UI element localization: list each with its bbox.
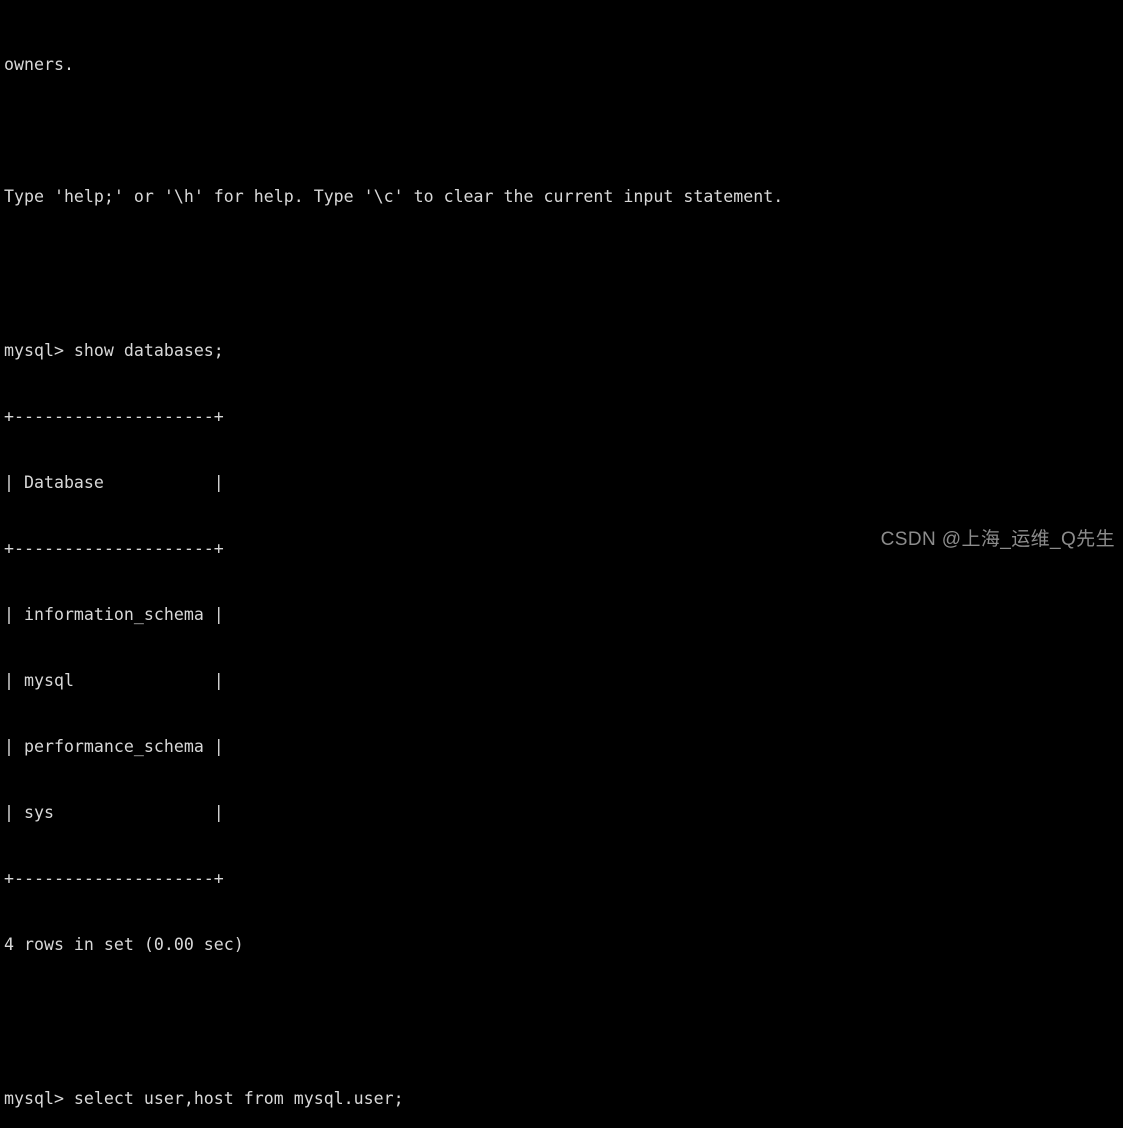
terminal-line-command-select-user-host: mysql> select user,host from mysql.user; [4,1089,404,1108]
terminal-line-truncated-top: owners. [4,55,74,74]
terminal-line-command-show-databases: mysql> show databases; [4,341,224,360]
terminal-line-table-header-database: | Database | [4,473,224,492]
terminal-line-help-text: Type 'help;' or '\h' for help. Type '\c'… [4,187,784,206]
terminal-screen-buffer[interactable]: owners. Type 'help;' or '\h' for help. T… [4,0,783,1128]
terminal-line-table-border-top: +--------------------+ [4,407,224,426]
terminal-window[interactable]: owners. Type 'help;' or '\h' for help. T… [0,0,1123,1108]
terminal-line-status-4-rows: 4 rows in set (0.00 sec) [4,935,244,954]
terminal-line-table-border-bottom: +--------------------+ [4,869,224,888]
table-row: | performance_schema | [4,737,224,756]
table-row: | mysql | [4,671,224,690]
csdn-watermark: CSDN @上海_运维_Q先生 [880,529,1115,550]
table-row: | sys | [4,803,224,822]
terminal-line-table-border-mid: +--------------------+ [4,539,224,558]
table-row: | information_schema | [4,605,224,624]
